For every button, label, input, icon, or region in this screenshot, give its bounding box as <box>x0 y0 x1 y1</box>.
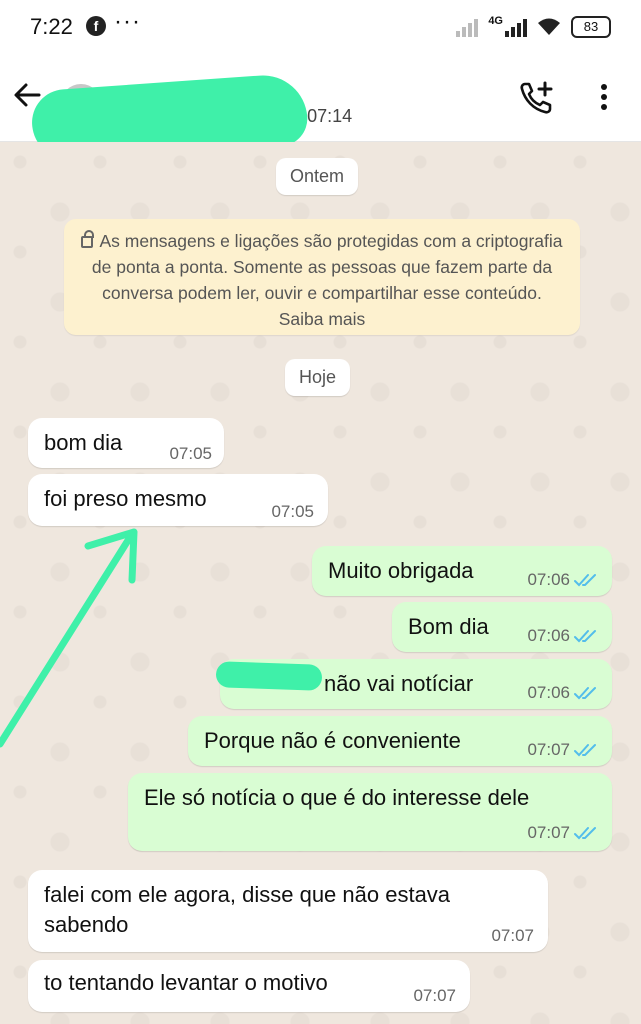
message-text: foi preso mesmo <box>44 486 207 511</box>
message-outgoing[interactable]: Bom dia 07:06 <box>392 602 612 652</box>
facebook-icon: f <box>86 16 106 36</box>
signal-sim1-icon <box>456 17 479 37</box>
more-notifications-icon: ··· <box>114 8 141 35</box>
message-time: 07:06 <box>527 683 570 702</box>
signal-sim2-icon <box>505 17 527 37</box>
message-meta: 07:07 <box>527 823 600 843</box>
message-text: Muito obrigada <box>328 558 474 583</box>
message-time: 07:07 <box>527 823 570 842</box>
message-meta: 07:06 <box>527 626 600 646</box>
message-text: falei com ele agora, disse que não estav… <box>44 882 451 907</box>
message-time: 07:05 <box>271 502 314 521</box>
message-outgoing[interactable]: não vai notíciar 07:06 <box>215 659 612 709</box>
read-receipt-icon <box>574 630 596 643</box>
message-outgoing[interactable]: Porque não é conveniente 07:07 <box>188 716 612 766</box>
network-type: 4G <box>488 15 503 27</box>
message-text: bom dia <box>44 430 123 455</box>
message-meta: 07:06 <box>527 570 600 590</box>
message-text: Ele só notícia o que é do interesse dele <box>144 785 530 810</box>
message-text: não vai notíciar <box>324 671 474 696</box>
date-divider-yesterday: Ontem <box>276 158 359 195</box>
message-time: 07:06 <box>527 570 570 589</box>
message-incoming[interactable]: foi preso mesmo 07:05 <box>28 474 328 526</box>
message-meta: 07:07 <box>527 740 600 760</box>
add-call-icon[interactable] <box>518 80 554 116</box>
message-incoming[interactable]: falei com ele agora, disse que não estav… <box>28 870 548 952</box>
message-text: Bom dia <box>408 614 489 639</box>
message-time: 07:07 <box>527 740 570 759</box>
message-incoming[interactable]: to tentando levantar o motivo 07:07 <box>28 960 470 1012</box>
status-time: 7:22 <box>30 14 73 39</box>
message-list[interactable]: Ontem As mensagens e ligações são proteg… <box>0 142 641 1024</box>
message-text: Porque não é conveniente <box>204 728 461 753</box>
message-time: 07:05 <box>169 444 212 463</box>
message-time: 07:07 <box>413 986 456 1005</box>
wifi-icon <box>538 18 560 35</box>
message-meta: 07:06 <box>527 683 600 703</box>
redaction-mark <box>215 661 323 691</box>
message-time: 07:06 <box>527 626 570 645</box>
message-text: to tentando levantar o motivo <box>44 970 328 995</box>
status-indicators: 4G 83 <box>456 14 611 40</box>
status-bar: 7:22 f ··· 4G 83 <box>0 0 641 56</box>
message-text-line2: sabendo <box>44 912 129 937</box>
date-divider-today: Hoje <box>285 359 351 396</box>
annotation-arrow-icon <box>0 528 138 748</box>
read-receipt-icon <box>574 687 596 700</box>
read-receipt-icon <box>574 827 596 840</box>
chat-header: visto por último hoje às 07:14 <box>0 56 641 164</box>
read-receipt-icon <box>574 574 596 587</box>
message-outgoing[interactable]: Ele só notícia o que é do interesse dele… <box>128 773 612 851</box>
message-time: 07:07 <box>491 926 534 945</box>
more-vert-icon[interactable] <box>592 84 616 114</box>
lock-icon <box>81 230 95 248</box>
encryption-notice-text: As mensagens e ligações são protegidas c… <box>91 231 563 329</box>
message-incoming[interactable]: bom dia 07:05 <box>28 418 224 468</box>
read-receipt-icon <box>574 744 596 757</box>
encryption-notice[interactable]: As mensagens e ligações são protegidas c… <box>64 219 580 335</box>
battery-icon: 83 <box>571 16 611 38</box>
message-outgoing[interactable]: Muito obrigada 07:06 <box>312 546 612 596</box>
